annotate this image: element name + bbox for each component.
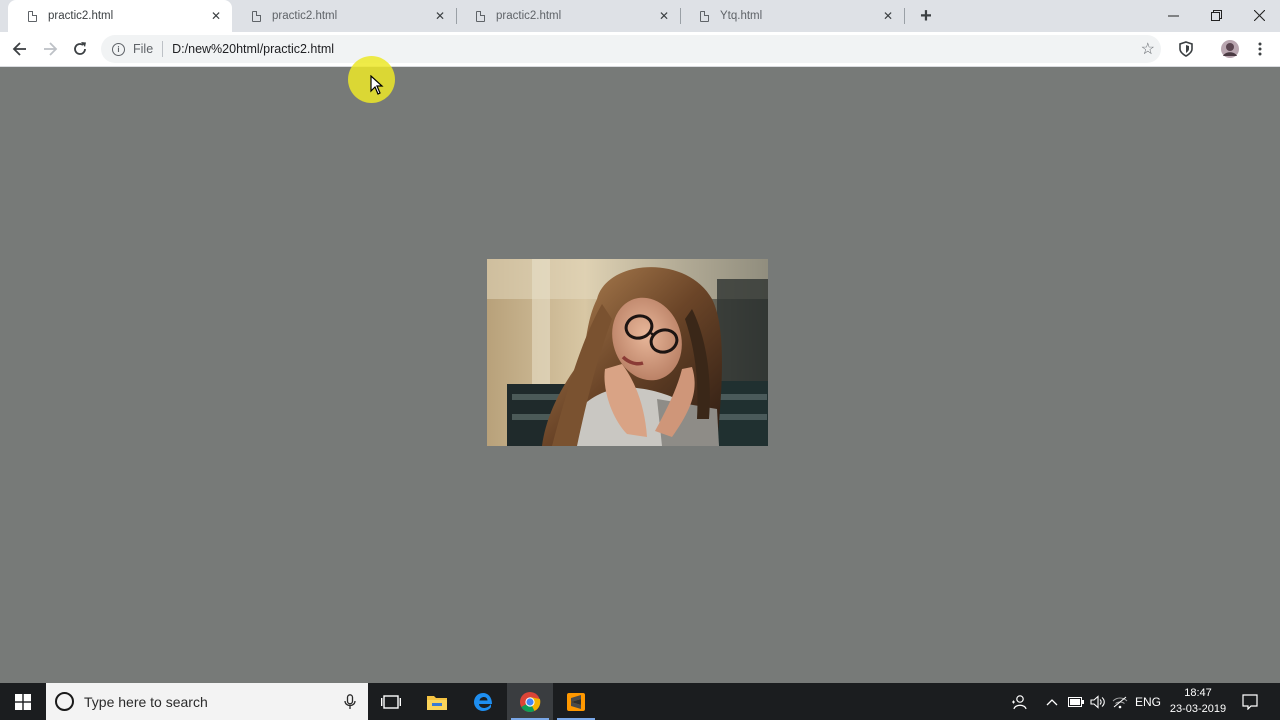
avatar <box>1221 40 1239 58</box>
notification-icon <box>1242 693 1258 710</box>
mouse-cursor-icon <box>370 75 384 95</box>
address-bar[interactable]: i File D:/new%20html/practic2.html ☆ <box>101 35 1161 63</box>
reload-button[interactable] <box>67 36 93 62</box>
start-button[interactable] <box>0 683 46 720</box>
document-icon <box>252 10 261 22</box>
sublime-text-button[interactable] <box>553 683 599 720</box>
taskbar-clock[interactable]: 18:47 23-03-2019 <box>1162 685 1234 717</box>
edge-button[interactable] <box>460 683 506 720</box>
tab-close-icon[interactable]: ✕ <box>432 8 448 24</box>
tab-separator <box>904 8 905 24</box>
document-icon <box>476 10 485 22</box>
shield-icon <box>1179 41 1193 57</box>
tab-close-icon[interactable]: ✕ <box>208 8 224 24</box>
tab-title: practic2.html <box>48 10 114 22</box>
back-arrow-icon <box>12 42 26 56</box>
battery-icon <box>1068 696 1084 707</box>
task-view-icon <box>381 694 401 709</box>
forward-arrow-icon <box>44 42 58 56</box>
document-icon <box>28 10 37 22</box>
new-tab-button[interactable]: + <box>915 5 937 27</box>
edge-icon <box>474 692 492 711</box>
battery-button[interactable] <box>1065 683 1087 720</box>
forward-button[interactable] <box>37 36 63 62</box>
tab-title: practic2.html <box>272 10 338 22</box>
network-button[interactable] <box>1109 683 1131 720</box>
clock-date: 23-03-2019 <box>1169 703 1227 715</box>
url-divider <box>162 41 164 57</box>
people-button[interactable] <box>1005 683 1033 720</box>
volume-button[interactable] <box>1087 683 1109 720</box>
tab-title: practic2.html <box>496 10 562 22</box>
tab-practic2-1[interactable]: practic2.html ✕ <box>8 0 232 32</box>
action-center-button[interactable] <box>1236 683 1264 720</box>
tab-practic2-2[interactable]: practic2.html ✕ <box>232 0 456 32</box>
tab-practic2-3[interactable]: practic2.html ✕ <box>456 0 680 32</box>
windows-logo-icon <box>15 693 31 710</box>
language-label: ENG <box>1134 694 1161 709</box>
tab-close-icon[interactable]: ✕ <box>656 8 672 24</box>
url-scheme-label: File <box>133 42 154 56</box>
close-icon <box>1253 9 1265 21</box>
more-vert-icon <box>1258 42 1262 56</box>
clock-time: 18:47 <box>1184 687 1212 699</box>
menu-button[interactable] <box>1247 36 1273 62</box>
back-button[interactable] <box>7 36 33 62</box>
volume-icon <box>1090 694 1105 709</box>
language-indicator[interactable]: ENG <box>1133 683 1163 720</box>
tab-title: Ytq.html <box>720 10 763 22</box>
profile-button[interactable] <box>1217 36 1243 62</box>
tab-ytq[interactable]: Ytq.html ✕ <box>680 0 904 32</box>
bookmark-star-icon[interactable]: ☆ <box>1141 39 1155 59</box>
file-explorer-icon <box>427 695 447 710</box>
document-icon <box>700 10 709 22</box>
cortana-icon <box>55 692 74 711</box>
tab-strip: practic2.html ✕ practic2.html ✕ practic2… <box>0 0 1280 32</box>
sublime-text-icon <box>567 692 585 711</box>
minimize-button[interactable] <box>1152 0 1194 30</box>
wifi-icon <box>1112 696 1128 708</box>
plus-icon: + <box>920 4 932 27</box>
tab-close-icon[interactable]: ✕ <box>880 8 896 24</box>
taskbar-search-box[interactable]: Type here to search <box>46 683 368 720</box>
restore-icon <box>1210 9 1222 21</box>
photo-of-woman-with-glasses-icon <box>487 259 768 446</box>
chevron-up-icon <box>1046 698 1058 705</box>
browser-toolbar: i File D:/new%20html/practic2.html ☆ <box>0 32 1280 67</box>
woman-photo <box>487 259 768 446</box>
extension-button[interactable] <box>1173 36 1199 62</box>
microphone-icon[interactable] <box>344 693 356 710</box>
file-explorer-button[interactable] <box>414 683 460 720</box>
show-hidden-icons-button[interactable] <box>1042 683 1062 720</box>
minimize-icon <box>1167 15 1179 16</box>
chrome-button[interactable] <box>507 683 553 720</box>
reload-icon <box>74 42 86 55</box>
close-window-button[interactable] <box>1238 0 1280 30</box>
info-icon[interactable]: i <box>112 42 125 56</box>
people-icon <box>1012 694 1027 709</box>
url-text[interactable]: D:/new%20html/practic2.html <box>172 42 334 56</box>
windows-taskbar: Type here to search ENG 18:47 23-03-2019 <box>0 683 1280 720</box>
restore-button[interactable] <box>1195 0 1237 30</box>
task-view-button[interactable] <box>368 683 414 720</box>
chrome-icon <box>520 691 541 712</box>
search-placeholder: Type here to search <box>84 693 208 710</box>
